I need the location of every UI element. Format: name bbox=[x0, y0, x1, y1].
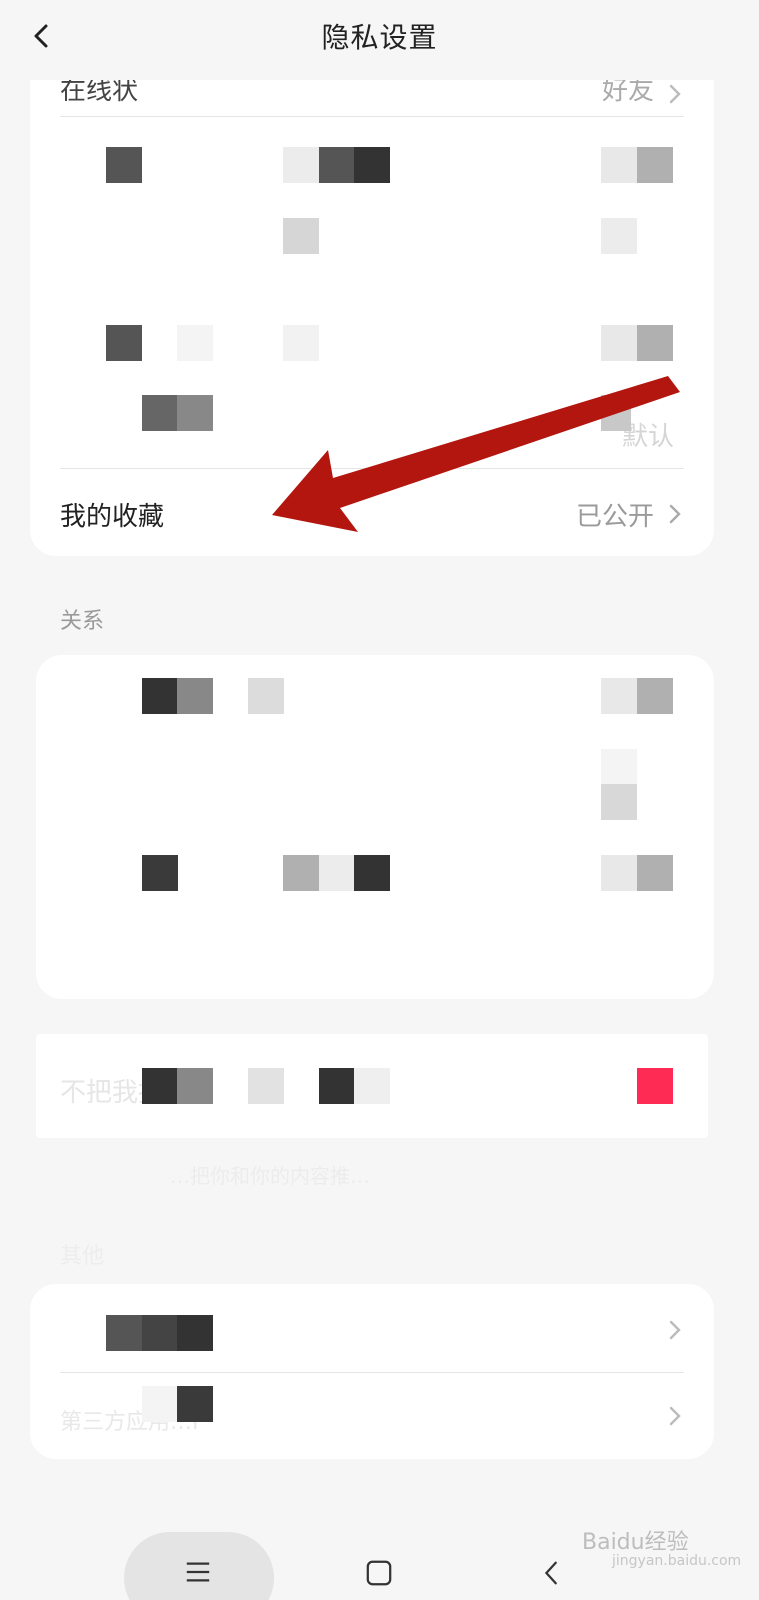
section-label-relations: 关系 bbox=[60, 609, 105, 634]
obscured-block bbox=[601, 678, 637, 714]
obscured-block bbox=[283, 855, 319, 891]
obscured-block bbox=[142, 1386, 178, 1422]
section-label-other: 其他 bbox=[60, 1244, 105, 1269]
chevron-right-icon bbox=[669, 1406, 681, 1426]
obscured-block bbox=[142, 678, 178, 714]
obscured-block bbox=[601, 855, 637, 891]
privacy-card-other: 第三方应用…F bbox=[30, 1284, 714, 1459]
obscured-block bbox=[142, 1068, 178, 1104]
divider bbox=[60, 116, 684, 117]
home-square-icon[interactable] bbox=[365, 1559, 393, 1587]
obscured-block bbox=[177, 325, 213, 361]
obscured-block bbox=[142, 1315, 178, 1351]
obscured-block bbox=[248, 678, 284, 714]
menu-icon[interactable] bbox=[184, 1558, 212, 1586]
watermark-url: jingyan.baidu.com bbox=[612, 1553, 742, 1569]
back-triangle-icon[interactable] bbox=[538, 1559, 566, 1587]
obscured-block bbox=[601, 147, 637, 183]
obscured-block bbox=[177, 1386, 213, 1422]
obscured-block bbox=[177, 1068, 213, 1104]
row-my-favorites[interactable]: 我的收藏 已公开 bbox=[60, 486, 684, 542]
obscured-block bbox=[106, 1315, 142, 1351]
obscured-block bbox=[283, 218, 319, 254]
obscured-block bbox=[354, 147, 390, 183]
obscured-block bbox=[319, 147, 355, 183]
obscured-block bbox=[601, 218, 637, 254]
obscured-block bbox=[283, 147, 319, 183]
privacy-card-recommend: 不把我推 bbox=[36, 1034, 708, 1138]
divider bbox=[60, 468, 684, 469]
privacy-card-main: 在线状 好友 默认 我的收藏 已公开 bbox=[30, 40, 714, 556]
obscured-block bbox=[106, 147, 142, 183]
chevron-right-icon bbox=[669, 1320, 681, 1340]
obscured-block bbox=[601, 749, 637, 785]
obscured-block bbox=[177, 1315, 213, 1351]
obscured-block bbox=[177, 395, 213, 431]
obscured-block bbox=[142, 855, 178, 891]
obscured-block bbox=[283, 325, 319, 361]
obscured-block bbox=[637, 855, 673, 891]
chevron-right-icon bbox=[669, 504, 681, 524]
obscured-block bbox=[354, 1068, 390, 1104]
obscured-block bbox=[106, 325, 142, 361]
row-my-favorites-label: 我的收藏 bbox=[60, 502, 165, 532]
recommend-caption: …把你和你的内容推… bbox=[170, 1164, 370, 1188]
obscured-block bbox=[637, 678, 673, 714]
divider bbox=[60, 1372, 684, 1373]
obscured-block bbox=[142, 395, 178, 431]
row-my-favorites-value: 已公开 bbox=[575, 502, 654, 532]
privacy-card-relations bbox=[36, 655, 714, 999]
obscured-block bbox=[637, 325, 673, 361]
chevron-right-icon bbox=[669, 84, 681, 104]
obscured-block bbox=[319, 1068, 355, 1104]
watermark-brand: Baidu经验 bbox=[582, 1530, 689, 1555]
top-bar: 隐私设置 bbox=[0, 0, 759, 80]
obscured-block bbox=[601, 784, 637, 820]
obscured-block bbox=[354, 855, 390, 891]
obscured-block bbox=[319, 855, 355, 891]
page-title: 隐私设置 bbox=[321, 21, 438, 54]
toggle-switch[interactable] bbox=[637, 1068, 673, 1104]
obscured-block bbox=[248, 1068, 284, 1104]
obscured-block bbox=[637, 147, 673, 183]
obscured-block bbox=[601, 395, 631, 431]
obscured-block bbox=[177, 678, 213, 714]
obscured-block bbox=[601, 325, 637, 361]
